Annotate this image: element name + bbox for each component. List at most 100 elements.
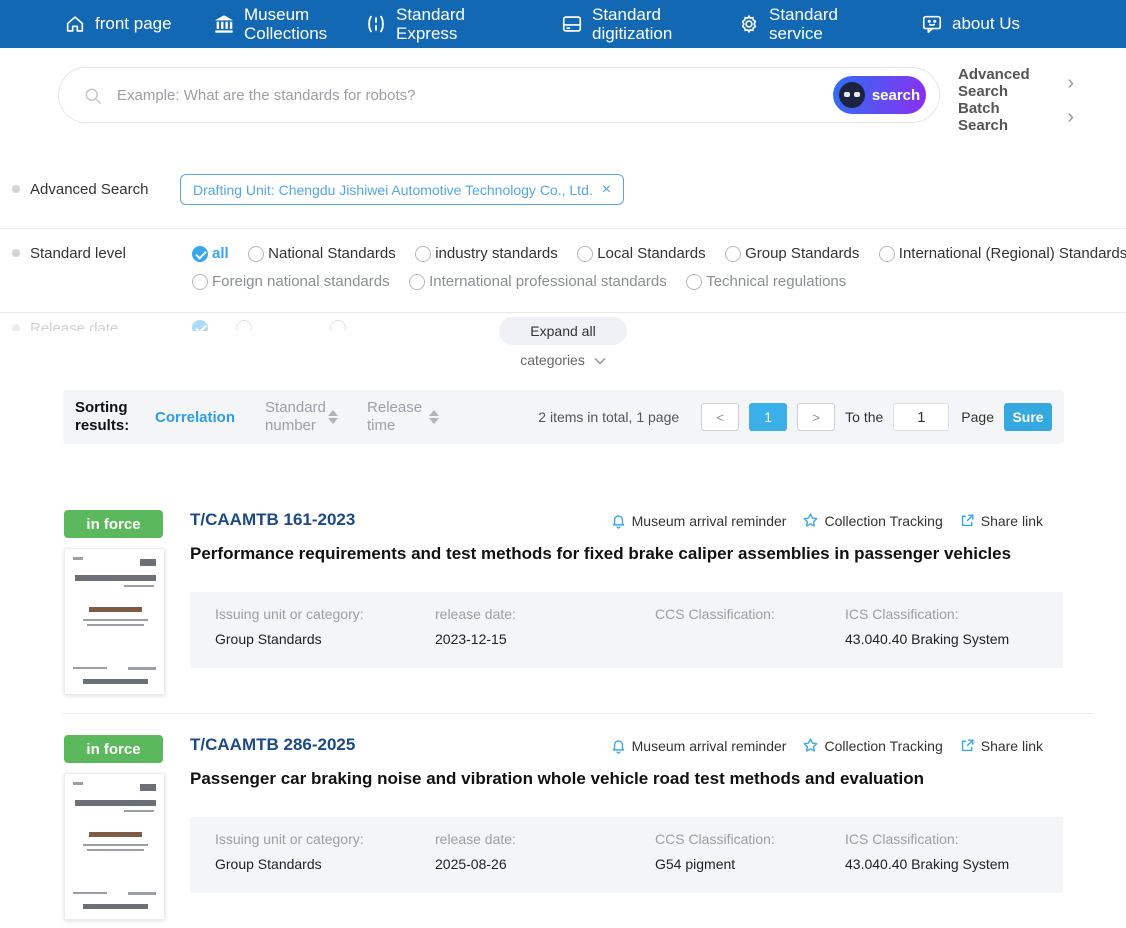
standard-title-link[interactable]: Passenger car braking noise and vibratio… bbox=[190, 769, 1063, 789]
star-icon bbox=[804, 738, 818, 752]
standards-search-page: front page Museum Collections Standard E… bbox=[0, 0, 1126, 928]
radio-icon bbox=[878, 245, 895, 262]
museum-icon bbox=[213, 13, 235, 35]
bullet-dot bbox=[12, 324, 20, 331]
radio-icon bbox=[686, 273, 703, 290]
field-release-date: release date: 2025-08-26 bbox=[435, 831, 516, 872]
radio-group-standards[interactable]: Group Standards bbox=[725, 245, 859, 262]
bullet-dot bbox=[12, 249, 20, 257]
top-nav: front page Museum Collections Standard E… bbox=[0, 0, 1126, 48]
field-ics-classification: ICS Classification: 43.040.40 Braking Sy… bbox=[845, 831, 1010, 872]
radio-industry-standards[interactable]: industry standards bbox=[415, 245, 558, 262]
share-icon bbox=[961, 514, 974, 527]
categories-toggle[interactable]: categories bbox=[0, 352, 1126, 368]
radio-icon bbox=[248, 245, 265, 262]
divider bbox=[63, 713, 1093, 714]
divider bbox=[0, 312, 1126, 313]
museum-arrival-reminder-link[interactable]: Museum arrival reminder bbox=[610, 512, 786, 529]
standard-cover-thumbnail[interactable] bbox=[64, 548, 165, 695]
radio-icon bbox=[415, 245, 432, 262]
nav-item-standard-service[interactable]: Standard service bbox=[738, 0, 869, 48]
nav-item-museum-collections[interactable]: Museum Collections bbox=[213, 0, 344, 48]
star-icon bbox=[804, 513, 818, 527]
sorting-bar: Sorting results: Correlation Standard nu… bbox=[63, 390, 1064, 444]
expand-all-button[interactable]: Expand all bbox=[499, 317, 627, 345]
radio-icon bbox=[409, 273, 426, 290]
sort-standard-number[interactable]: Standard number bbox=[265, 399, 338, 435]
digitization-icon bbox=[561, 13, 583, 35]
status-badge: in force bbox=[64, 510, 163, 538]
radio-technical-regulations[interactable]: Technical regulations bbox=[686, 273, 846, 290]
radio-icon bbox=[192, 273, 208, 290]
standard-level-options-row1: all National Standards industry standard… bbox=[192, 245, 1126, 267]
field-issuing-unit: Issuing unit or category: Group Standard… bbox=[215, 606, 364, 647]
radio-checked-icon bbox=[192, 245, 208, 262]
radio-foreign-national-standards[interactable]: Foreign national standards bbox=[192, 273, 390, 290]
home-icon bbox=[64, 13, 86, 35]
nav-label: front page bbox=[95, 14, 172, 34]
drafting-unit-filter-tag[interactable]: Drafting Unit: Chengdu Jishiwei Automoti… bbox=[180, 174, 625, 205]
search-input[interactable] bbox=[117, 69, 817, 121]
chevron-right-icon: › bbox=[1067, 105, 1074, 128]
sorting-results-label: Sorting results: bbox=[75, 399, 130, 434]
radio-international-regional-standards[interactable]: International (Regional) Standards bbox=[878, 245, 1126, 262]
standard-level-label: Standard level bbox=[30, 245, 126, 262]
radio-national-standards[interactable]: National Standards bbox=[248, 245, 396, 262]
search-button[interactable]: search bbox=[833, 76, 926, 114]
goto-confirm-button[interactable]: Sure bbox=[1004, 403, 1052, 431]
standard-title-link[interactable]: Performance requirements and test method… bbox=[190, 544, 1063, 564]
radio-all[interactable]: all bbox=[192, 245, 229, 262]
museum-arrival-reminder-link[interactable]: Museum arrival reminder bbox=[610, 737, 786, 754]
release-date-label: Release date bbox=[30, 320, 119, 331]
sort-release-time[interactable]: Release time bbox=[367, 399, 440, 435]
chevron-down-icon bbox=[594, 358, 606, 365]
robot-icon bbox=[838, 82, 865, 108]
standard-cover-thumbnail[interactable] bbox=[64, 773, 165, 920]
search-icon bbox=[83, 86, 103, 106]
goto-page-input[interactable] bbox=[893, 403, 950, 431]
nav-label: Standard service bbox=[769, 4, 838, 43]
standard-number-link[interactable]: T/CAAMTB 161-2023 bbox=[190, 510, 355, 530]
field-ics-classification: ICS Classification: 43.040.40 Braking Sy… bbox=[845, 606, 1010, 647]
collection-tracking-link[interactable]: Collection Tracking bbox=[802, 512, 943, 529]
close-icon[interactable]: × bbox=[602, 181, 611, 198]
sort-correlation[interactable]: Correlation bbox=[155, 409, 235, 426]
goto-prefix-label: To the bbox=[845, 409, 884, 425]
share-icon bbox=[961, 739, 974, 752]
radio-local-standards[interactable]: Local Standards bbox=[577, 245, 706, 262]
collection-tracking-link[interactable]: Collection Tracking bbox=[802, 737, 943, 754]
radio-international-professional-standards[interactable]: International professional standards bbox=[409, 273, 667, 290]
field-ccs-classification: CCS Classification: G54 pigment bbox=[655, 831, 775, 872]
status-badge: in force bbox=[64, 735, 163, 763]
field-issuing-unit: Issuing unit or category: Group Standard… bbox=[215, 831, 364, 872]
service-gear-icon bbox=[738, 13, 760, 35]
radio-icon bbox=[725, 245, 742, 262]
field-ccs-classification: CCS Classification: bbox=[655, 606, 775, 622]
card-actions: Museum arrival reminder Collection Track… bbox=[610, 512, 1043, 529]
share-link[interactable]: Share link bbox=[959, 737, 1043, 754]
filter-tag-label: Drafting Unit: Chengdu Jishiwei Automoti… bbox=[193, 181, 593, 198]
pagination-prev-button[interactable]: < bbox=[701, 403, 740, 431]
nav-item-standard-express[interactable]: Standard Express bbox=[365, 0, 496, 48]
express-icon bbox=[365, 13, 387, 35]
standard-details-panel: Issuing unit or category: Group Standard… bbox=[190, 592, 1063, 668]
pagination-page-1[interactable]: 1 bbox=[749, 403, 788, 431]
nav-item-standard-digitization[interactable]: Standard digitization bbox=[561, 0, 692, 48]
standard-level-options-row2: Foreign national standards International… bbox=[192, 273, 861, 295]
nav-label: about Us bbox=[952, 14, 1021, 34]
pagination-next-button[interactable]: > bbox=[797, 403, 836, 431]
card-actions: Museum arrival reminder Collection Track… bbox=[610, 737, 1043, 754]
nav-item-front-page[interactable]: front page bbox=[64, 0, 172, 48]
divider bbox=[0, 228, 1126, 229]
result-card-1: in force T/CAAMTB 161-2023 Museum arriva… bbox=[64, 500, 1064, 700]
advanced-search-link[interactable]: Advanced Search › bbox=[958, 66, 1074, 101]
standard-number-link[interactable]: T/CAAMTB 286-2025 bbox=[190, 735, 355, 755]
radio-icon bbox=[330, 320, 346, 331]
batch-search-link[interactable]: Batch Search › bbox=[958, 100, 1074, 135]
nav-item-about-us[interactable]: about Us bbox=[921, 0, 1020, 48]
search-button-label: search bbox=[871, 86, 921, 104]
radio-icon bbox=[577, 245, 594, 262]
field-release-date: release date: 2023-12-15 bbox=[435, 606, 516, 647]
bell-icon bbox=[612, 515, 624, 529]
share-link[interactable]: Share link bbox=[959, 512, 1043, 529]
